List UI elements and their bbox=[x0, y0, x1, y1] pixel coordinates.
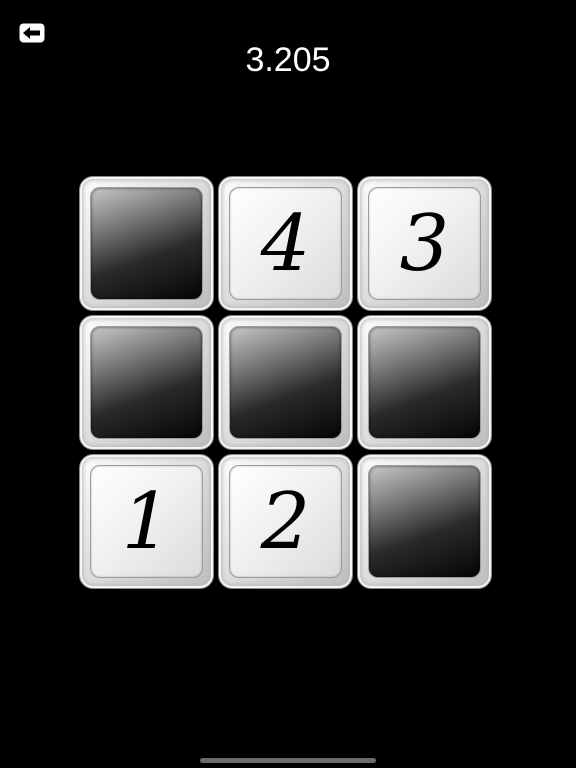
tile-number: 3 bbox=[399, 198, 450, 289]
tile-2[interactable]: 4 bbox=[218, 176, 353, 311]
tile-5[interactable] bbox=[218, 315, 353, 450]
tile-number bbox=[219, 316, 352, 449]
tile-7[interactable]: 1 bbox=[79, 454, 214, 589]
tile-number: 1 bbox=[121, 476, 172, 567]
tile-9[interactable] bbox=[357, 454, 492, 589]
tile-number bbox=[358, 316, 491, 449]
tile-6[interactable] bbox=[357, 315, 492, 450]
tile-number bbox=[80, 177, 213, 310]
tile-4[interactable] bbox=[79, 315, 214, 450]
tile-3[interactable]: 3 bbox=[357, 176, 492, 311]
tile-8[interactable]: 2 bbox=[218, 454, 353, 589]
tile-number: 2 bbox=[260, 476, 311, 567]
timer-display: 3.205 bbox=[245, 41, 331, 79]
tile-number: 4 bbox=[260, 198, 311, 289]
tile-number bbox=[358, 455, 491, 588]
game-board: 4 3 1 2 bbox=[79, 176, 498, 595]
tile-1[interactable] bbox=[79, 176, 214, 311]
home-indicator[interactable] bbox=[200, 758, 376, 763]
tile-number bbox=[80, 316, 213, 449]
